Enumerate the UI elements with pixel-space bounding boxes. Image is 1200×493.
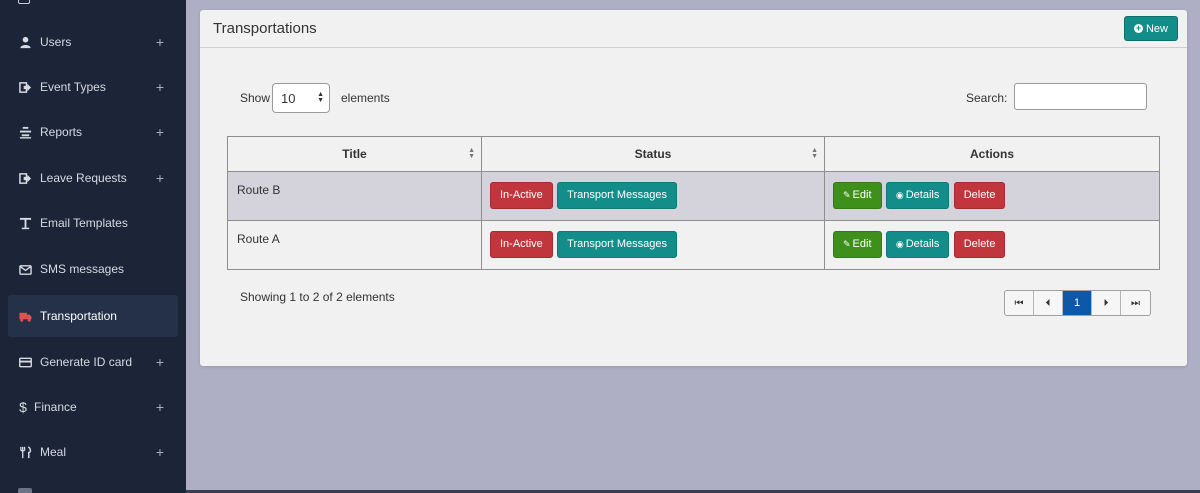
- expand-plus-icon[interactable]: +: [156, 444, 164, 460]
- expand-plus-icon[interactable]: +: [156, 354, 164, 370]
- transport-messages-button[interactable]: Transport Messages: [557, 231, 677, 258]
- sidebar-item-sms-messages[interactable]: SMS messages: [8, 248, 178, 290]
- sidebar-item-event-types[interactable]: Event Types +: [8, 66, 178, 108]
- previous-page-button[interactable]: ⏴: [1034, 291, 1063, 315]
- edit-button[interactable]: ✎ Edit: [833, 182, 882, 209]
- user-icon: [18, 35, 32, 49]
- truck-icon: [18, 309, 32, 323]
- sidebar-item-label: Finance: [34, 400, 77, 414]
- next-page-icon: ⏵: [1103, 297, 1109, 309]
- sidebar-item-label: Meal: [40, 445, 67, 459]
- status-cell: In-Active Transport Messages: [481, 171, 825, 221]
- actions-cell: ✎ Edit ◉ Details Delete: [824, 171, 1160, 221]
- sign-in-icon: [18, 80, 32, 94]
- table-info: Showing 1 to 2 of 2 elements: [240, 290, 395, 304]
- sidebar: Users + Event Types + Reports + Leave Re…: [0, 0, 186, 493]
- search-input[interactable]: [1014, 83, 1147, 110]
- reports-icon: [18, 125, 32, 139]
- credit-card-icon: [18, 355, 32, 369]
- search-label: Search:: [966, 91, 1008, 105]
- eye-icon: ◉: [895, 190, 904, 200]
- last-page-icon: ⏭: [1131, 297, 1140, 309]
- eye-icon: ◉: [895, 239, 904, 249]
- sidebar-item-label: Transportation: [40, 309, 117, 323]
- status-cell: In-Active Transport Messages: [481, 220, 825, 270]
- sidebar-item-finance[interactable]: $ Finance +: [8, 386, 178, 428]
- column-header-title[interactable]: Title ▲ ▼: [227, 136, 482, 172]
- table-header-row: Title ▲ ▼ Status ▲ ▼ Actions: [227, 136, 1160, 172]
- transport-messages-button[interactable]: Transport Messages: [557, 182, 677, 209]
- table-row: Route A In-Active Transport Messages ✎ Ed…: [227, 220, 1160, 270]
- title-cell: Route A: [227, 220, 482, 270]
- sign-in-icon: [18, 171, 32, 185]
- sort-icon[interactable]: ▲ ▼: [811, 147, 818, 160]
- edit-icon: ✎: [843, 239, 851, 249]
- plus-circle-icon: +: [1133, 23, 1143, 33]
- menu-icon-partial: [18, 0, 30, 4]
- transportations-table: Title ▲ ▼ Status ▲ ▼ Actions Route B In-Ac…: [227, 136, 1160, 270]
- expand-plus-icon[interactable]: +: [156, 170, 164, 186]
- sidebar-item-label: SMS messages: [40, 262, 125, 276]
- sidebar-item-label: Event Types: [40, 80, 106, 94]
- sidebar-item-email-templates[interactable]: Email Templates: [8, 202, 178, 244]
- previous-page-icon: ⏴: [1045, 297, 1051, 309]
- status-inactive-button[interactable]: In-Active: [490, 231, 553, 258]
- sidebar-item-label: Reports: [40, 125, 83, 139]
- sidebar-item-generate-id-card[interactable]: Generate ID card +: [8, 341, 178, 383]
- details-button[interactable]: ◉ Details: [885, 182, 950, 209]
- edit-icon: ✎: [843, 190, 851, 200]
- sidebar-item-label: Users: [40, 35, 72, 49]
- page-size-value: 10: [281, 91, 296, 106]
- select-arrows-icon: ▲ ▼: [317, 91, 324, 104]
- dollar-icon: $: [19, 399, 27, 415]
- first-page-button[interactable]: ⏮: [1005, 291, 1034, 315]
- actions-cell: ✎ Edit ◉ Details Delete: [824, 220, 1160, 270]
- next-page-button[interactable]: ⏵: [1092, 291, 1121, 315]
- page-title: Transportations: [213, 20, 317, 37]
- new-button[interactable]: + New: [1124, 16, 1178, 41]
- page-size-select[interactable]: 10 ▲ ▼: [272, 83, 330, 113]
- expand-plus-icon[interactable]: +: [156, 124, 164, 140]
- details-button[interactable]: ◉ Details: [885, 231, 950, 258]
- expand-plus-icon[interactable]: +: [156, 34, 164, 50]
- cutlery-icon: [18, 445, 32, 459]
- column-header-status[interactable]: Status ▲ ▼: [481, 136, 825, 172]
- show-label: Show: [240, 91, 271, 105]
- table-row: Route B In-Active Transport Messages ✎ Ed…: [227, 171, 1160, 221]
- sidebar-item-partial: [18, 488, 32, 493]
- sidebar-item-transportation[interactable]: Transportation: [8, 295, 178, 337]
- title-cell: Route B: [227, 171, 482, 221]
- sidebar-item-label: Generate ID card: [40, 355, 133, 369]
- delete-button[interactable]: Delete: [953, 182, 1006, 209]
- transportations-panel: Transportations + New Show 10 ▲ ▼ element…: [200, 10, 1187, 366]
- envelope-icon: [18, 262, 32, 276]
- last-page-button[interactable]: ⏭: [1121, 291, 1150, 315]
- first-page-icon: ⏮: [1014, 297, 1024, 309]
- sidebar-item-meal[interactable]: Meal +: [8, 431, 178, 473]
- sidebar-item-label: Email Templates: [40, 216, 128, 230]
- new-button-label: New: [1145, 22, 1168, 35]
- text-icon: [18, 216, 32, 230]
- column-header-actions: Actions: [824, 136, 1160, 172]
- sidebar-item-label: Leave Requests: [40, 171, 127, 185]
- sidebar-item-users[interactable]: Users +: [8, 21, 178, 63]
- delete-button[interactable]: Delete: [953, 231, 1006, 258]
- status-inactive-button[interactable]: In-Active: [490, 182, 553, 209]
- panel-header: Transportations + New: [200, 10, 1187, 48]
- expand-plus-icon[interactable]: +: [156, 79, 164, 95]
- expand-plus-icon[interactable]: +: [156, 399, 164, 415]
- elements-label: elements: [341, 91, 390, 105]
- page-button-current[interactable]: 1: [1063, 291, 1092, 315]
- pagination: ⏮ ⏴ 1 ⏵ ⏭: [1004, 290, 1151, 316]
- sidebar-item-reports[interactable]: Reports +: [8, 111, 178, 153]
- sort-icon[interactable]: ▲ ▼: [468, 147, 475, 160]
- edit-button[interactable]: ✎ Edit: [833, 231, 882, 258]
- sidebar-item-leave-requests[interactable]: Leave Requests +: [8, 157, 178, 199]
